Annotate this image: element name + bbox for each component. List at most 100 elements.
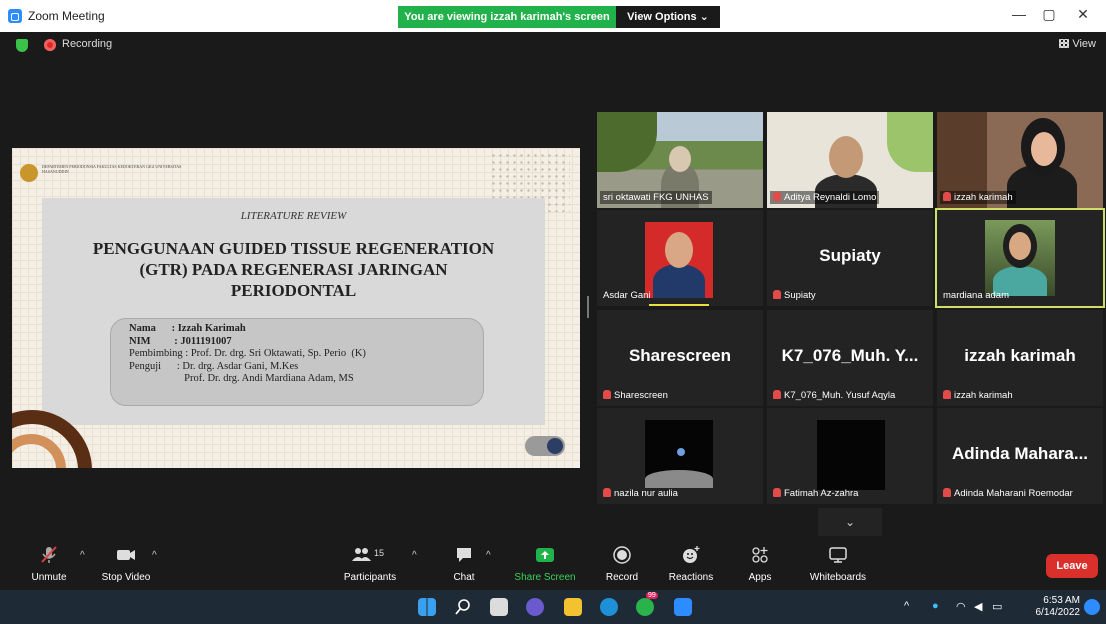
record-icon bbox=[613, 546, 631, 564]
tile-name: nazila nur aulia bbox=[600, 487, 681, 500]
participant-figure bbox=[653, 264, 705, 298]
whatsapp-badge: 99 bbox=[646, 592, 658, 599]
microphone-tray-icon[interactable]: ● bbox=[932, 600, 939, 612]
muted-mic-icon bbox=[603, 390, 611, 399]
tile-name: sri oktawati FKG UNHAS bbox=[600, 191, 712, 204]
volume-icon[interactable]: ◀ bbox=[974, 600, 982, 613]
active-speaker-tile[interactable]: mardiana adam bbox=[935, 208, 1105, 308]
video-tile[interactable]: K7_076_Muh. Y... K7_076_Muh. Yusuf Aqyla bbox=[767, 310, 933, 406]
clock-time: 6:53 AM bbox=[1043, 595, 1080, 606]
share-screen-button[interactable]: Share Screen bbox=[510, 544, 580, 583]
apps-icon bbox=[752, 547, 768, 563]
reactions-button[interactable]: Reactions bbox=[664, 544, 718, 583]
tile-name: Supiaty bbox=[770, 289, 819, 302]
slide-info-box: Nama : Izzah Karimah NIM : J011191007 Pe… bbox=[110, 318, 484, 406]
shared-screen: DEPARTEMEN PERIODONSIA FAKULTAS KEDOKTER… bbox=[12, 148, 580, 468]
zoom-taskbar-icon[interactable] bbox=[674, 598, 692, 616]
tile-name-text: nazila nur aulia bbox=[614, 488, 678, 499]
security-shield-icon[interactable] bbox=[16, 39, 28, 52]
participant-count: 15 bbox=[374, 548, 385, 558]
video-tile[interactable]: Fatimah Az-zahra bbox=[767, 408, 933, 504]
tile-name: Fatimah Az-zahra bbox=[770, 487, 861, 500]
recording-icon bbox=[44, 39, 56, 51]
file-explorer-icon[interactable] bbox=[564, 598, 582, 616]
video-tile[interactable]: nazila nur aulia bbox=[597, 408, 763, 504]
tile-name-text: izzah karimah bbox=[954, 390, 1013, 401]
grid-icon bbox=[1059, 39, 1070, 48]
start-icon[interactable] bbox=[418, 598, 436, 616]
zoom-app-icon bbox=[8, 9, 22, 23]
record-button[interactable]: Record bbox=[600, 544, 644, 583]
participants-button[interactable]: 15 Participants bbox=[340, 544, 400, 583]
tray-overflow-chevron-icon[interactable]: ^ bbox=[904, 600, 909, 612]
tile-name-text: Sharescreen bbox=[614, 390, 668, 401]
info-row: Pembimbing : Prof. Dr. drg. Sri Oktawati… bbox=[129, 348, 366, 359]
clock[interactable]: 6:53 AM 6/14/2022 bbox=[1036, 595, 1081, 619]
video-tile[interactable]: Aditya Reynaldi Lomo bbox=[767, 112, 933, 208]
task-view-icon[interactable] bbox=[490, 598, 508, 616]
stop-video-button[interactable]: Stop Video bbox=[96, 544, 156, 583]
whatsapp-icon[interactable]: 99 bbox=[636, 592, 658, 616]
video-tile[interactable]: Asdar Gani bbox=[597, 210, 763, 306]
tile-display-name: izzah karimah bbox=[964, 346, 1076, 365]
audio-options-caret-icon[interactable]: ^ bbox=[80, 550, 85, 561]
muted-mic-icon bbox=[41, 546, 57, 563]
participants-caret-icon[interactable]: ^ bbox=[412, 550, 417, 561]
participants-icon: 15 bbox=[350, 544, 390, 566]
slide-institution: DEPARTEMEN PERIODONSIA FAKULTAS KEDOKTER… bbox=[42, 164, 182, 174]
teams-chat-icon[interactable] bbox=[526, 598, 544, 616]
muted-mic-icon bbox=[603, 488, 611, 497]
moon-surface bbox=[645, 470, 713, 488]
video-tile[interactable]: Adinda Mahara... Adinda Maharani Roemoda… bbox=[937, 408, 1103, 504]
tile-name: Sharescreen bbox=[600, 389, 671, 402]
share-screen-label: Share Screen bbox=[514, 572, 576, 583]
view-button[interactable]: View bbox=[1059, 38, 1096, 50]
meeting-toolbar: Unmute ^ Stop Video ^ 15 Participants ^ … bbox=[0, 540, 1106, 590]
chat-caret-icon[interactable]: ^ bbox=[486, 550, 491, 561]
close-button[interactable]: ✕ bbox=[1068, 6, 1098, 23]
video-tile[interactable]: sri oktawati FKG UNHAS bbox=[597, 112, 763, 208]
muted-mic-icon bbox=[943, 192, 951, 201]
unmute-button[interactable]: Unmute bbox=[24, 544, 74, 583]
smiley-icon bbox=[683, 546, 700, 563]
info-row: Prof. Dr. drg. Andi Mardiana Adam, MS bbox=[129, 373, 354, 384]
edge-browser-icon[interactable] bbox=[600, 598, 618, 616]
reactions-label: Reactions bbox=[668, 572, 714, 583]
notification-icon[interactable] bbox=[1084, 599, 1100, 615]
splitter-handle[interactable] bbox=[587, 296, 589, 318]
slide-subtitle: LITERATURE REVIEW bbox=[240, 210, 347, 222]
video-tile[interactable]: Sharescreen Sharescreen bbox=[597, 310, 763, 406]
clock-date: 6/14/2022 bbox=[1035, 607, 1081, 618]
unmute-label: Unmute bbox=[31, 572, 67, 583]
whiteboards-button[interactable]: Whiteboards bbox=[802, 544, 874, 583]
apps-button[interactable]: Apps bbox=[744, 544, 776, 583]
minimize-button[interactable]: — bbox=[1004, 6, 1034, 22]
view-options-button[interactable]: View Options ⌄ bbox=[616, 6, 720, 28]
leave-button[interactable]: Leave bbox=[1046, 554, 1098, 578]
video-tile[interactable]: izzah karimah izzah karimah bbox=[937, 310, 1103, 406]
tile-name-text: Adinda Maharani Roemodar bbox=[954, 488, 1073, 499]
slide-title-line: PERIODONTAL bbox=[230, 281, 357, 300]
slide-title-line: PENGGUNAAN GUIDED TISSUE REGENERATION bbox=[92, 239, 495, 258]
maximize-button[interactable]: ▢ bbox=[1034, 6, 1064, 23]
participants-label: Participants bbox=[343, 572, 397, 583]
wifi-icon[interactable]: ◠ bbox=[956, 600, 966, 613]
video-tile[interactable]: izzah karimah bbox=[937, 112, 1103, 208]
video-tile[interactable]: Supiaty Supiaty bbox=[767, 210, 933, 306]
search-icon[interactable] bbox=[454, 598, 472, 616]
chat-button[interactable]: Chat bbox=[446, 544, 482, 583]
record-label: Record bbox=[605, 572, 639, 583]
tile-display-name: Sharescreen bbox=[628, 346, 732, 365]
muted-mic-icon bbox=[773, 488, 781, 497]
people-icon bbox=[352, 548, 371, 561]
recording-label: Recording bbox=[62, 38, 113, 50]
muted-mic-icon bbox=[943, 390, 951, 399]
tile-name: izzah karimah bbox=[940, 389, 1016, 402]
battery-icon[interactable]: ▭ bbox=[992, 600, 1002, 613]
whiteboard-icon bbox=[829, 547, 847, 563]
tile-name: Aditya Reynaldi Lomo bbox=[770, 191, 880, 204]
video-options-caret-icon[interactable]: ^ bbox=[152, 550, 157, 561]
slide-next-button[interactable] bbox=[525, 436, 565, 456]
tile-name: Asdar Gani bbox=[603, 290, 651, 301]
more-tiles-chevron-icon[interactable]: ⌄ bbox=[818, 508, 882, 536]
